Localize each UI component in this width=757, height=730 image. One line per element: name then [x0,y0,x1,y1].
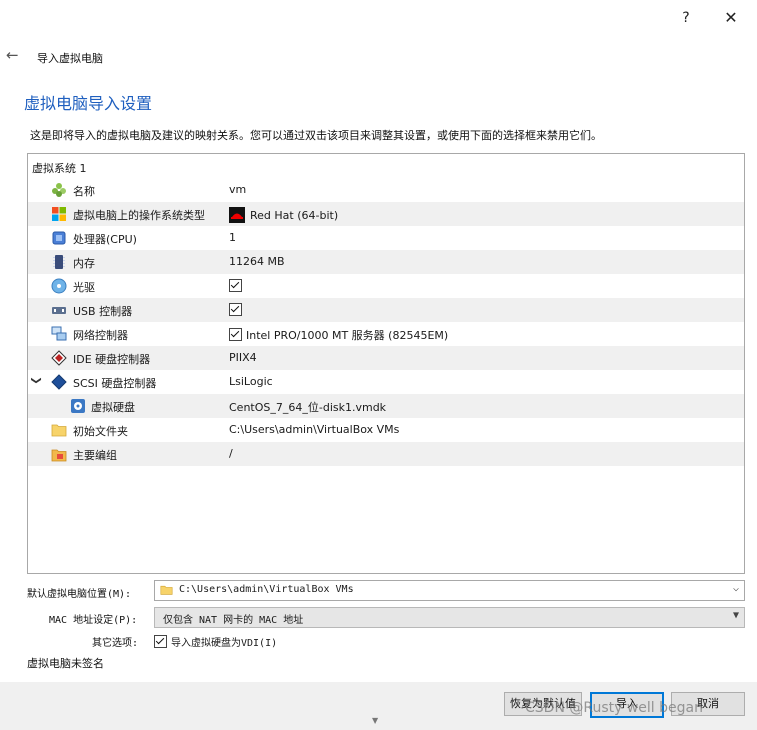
row-value-text: 1 [229,231,236,244]
appliance-rows: 名称 vm 虚拟电脑上的操作系统类型 Red Hat (64-bit) 处理器(CPU)… [28,178,744,466]
row-label: 名称 [73,185,95,198]
chevron-down-icon[interactable]: ⌵ [733,583,739,594]
usb-icon [51,302,67,318]
row-label: 初始文件夹 [73,425,128,438]
other-options-label: 其它选项: [92,638,139,649]
row-value-text: PIIX4 [229,351,257,364]
row-label: 主要编组 [73,449,117,462]
page-description: 这是即将导入的虚拟电脑及建议的映射关系。您可以通过双击该项目来调整其设置，或使用… [30,129,602,142]
row-value[interactable]: PIIX4 [229,351,257,364]
row-value[interactable]: Intel PRO/1000 MT 服务器 (82545EM) [229,327,448,343]
row-value[interactable]: / [229,447,233,460]
import-as-vdi-option[interactable]: 导入虚拟硬盘为VDI(I) [154,634,277,649]
appliance-row[interactable]: ❯ SCSI 硬盘控制器 LsiLogic [28,370,744,394]
row-value-text: C:\Users\admin\VirtualBox VMs [229,423,400,436]
appliance-row[interactable]: USB 控制器 [28,298,744,322]
appliance-row[interactable]: 处理器(CPU) 1 [28,226,744,250]
virtual-system-group-label: 虚拟系统 1 [32,162,87,175]
default-location-value: C:\Users\admin\VirtualBox VMs [179,584,354,595]
collapse-arrow-icon[interactable]: ❯ [31,376,42,384]
row-value-text: 11264 MB [229,255,285,268]
row-value[interactable]: 1 [229,231,236,244]
appliance-row[interactable]: 初始文件夹 C:\Users\admin\VirtualBox VMs [28,418,744,442]
appliance-row[interactable]: 主要编组 / [28,442,744,466]
row-label: USB 控制器 [73,305,133,318]
close-button[interactable]: ✕ [716,6,746,30]
row-label: IDE 硬盘控制器 [73,353,151,366]
row-value-text: Intel PRO/1000 MT 服务器 (82545EM) [246,329,449,342]
mac-policy-label: MAC 地址设定(P): [49,615,138,626]
appliance-settings-tree[interactable]: 虚拟系统 1 名称 vm 虚拟电脑上的操作系统类型 Red Hat (64-bit) 处… [27,153,745,574]
redhat-icon [229,207,245,223]
caret-down-icon[interactable]: ▼ [733,610,739,621]
page-heading: 虚拟电脑导入设置 [24,94,153,113]
row-value-text: Red Hat (64-bit) [250,209,339,222]
row-value[interactable]: vm [229,183,246,196]
resize-grip-icon[interactable]: ▼ [372,716,378,725]
group-icon [51,446,67,462]
os-type-icon [51,206,67,222]
row-checkbox[interactable] [229,303,242,316]
row-checkbox[interactable] [229,328,242,341]
mac-policy-combo[interactable]: 仅包含 NAT 网卡的 MAC 地址 ▼ [154,607,745,628]
row-label: 虚拟电脑上的操作系统类型 [73,209,205,222]
scsi-controller-icon [51,374,67,390]
folder-icon [51,422,67,438]
import-as-vdi-label: 导入虚拟硬盘为VDI(I) [171,638,278,649]
help-button[interactable]: ? [671,6,701,30]
default-location-combo[interactable]: C:\Users\admin\VirtualBox VMs ⌵ [154,580,745,601]
row-label: 处理器(CPU) [73,233,137,246]
appliance-row[interactable]: 名称 vm [28,178,744,202]
appliance-row[interactable]: 网络控制器 Intel PRO/1000 MT 服务器 (82545EM) [28,322,744,346]
row-value[interactable]: C:\Users\admin\VirtualBox VMs [229,423,399,436]
appliance-row[interactable]: 光驱 [28,274,744,298]
wizard-title: 导入虚拟电脑 [37,52,103,65]
appliance-row[interactable]: 内存 11264 MB [28,250,744,274]
row-label: 内存 [73,257,95,270]
row-value[interactable] [229,303,246,317]
wizard-nav: ← 导入虚拟电脑 [0,42,757,70]
row-value[interactable]: Red Hat (64-bit) [229,207,338,223]
title-bar: ? ✕ [0,0,757,36]
row-value[interactable]: CentOS_7_64_位-disk1.vmdk [229,399,386,415]
row-value[interactable]: 11264 MB [229,255,285,268]
watermark: CSDN @Rusty well began [525,700,703,716]
row-value[interactable]: LsiLogic [229,375,273,388]
row-label: 网络控制器 [73,329,128,342]
row-label: 光驱 [73,281,95,294]
appliance-row[interactable]: 虚拟电脑上的操作系统类型 Red Hat (64-bit) [28,202,744,226]
optical-drive-icon [51,278,67,294]
row-value-text: LsiLogic [229,375,273,388]
import-as-vdi-checkbox[interactable] [154,635,167,648]
folder-icon [160,585,173,595]
ide-controller-icon [51,350,67,366]
row-value[interactable] [229,279,246,293]
hard-disk-icon [70,398,86,414]
row-value-text: CentOS_7_64_位-disk1.vmdk [229,401,387,414]
mac-policy-value: 仅包含 NAT 网卡的 MAC 地址 [163,615,304,626]
unsigned-notice: 虚拟电脑未签名 [27,657,104,670]
network-icon [51,326,67,342]
default-location-label: 默认虚拟电脑位置(M): [27,589,132,600]
appliance-row[interactable]: 虚拟硬盘 CentOS_7_64_位-disk1.vmdk [28,394,744,418]
row-value-text: / [229,447,233,460]
memory-icon [51,254,67,270]
row-label: SCSI 硬盘控制器 [73,377,157,390]
row-checkbox[interactable] [229,279,242,292]
back-arrow-icon[interactable]: ← [6,46,19,64]
name-icon [51,182,67,198]
row-value-text: vm [229,183,247,196]
appliance-row[interactable]: IDE 硬盘控制器 PIIX4 [28,346,744,370]
cpu-icon [51,230,67,246]
row-label: 虚拟硬盘 [91,401,135,414]
